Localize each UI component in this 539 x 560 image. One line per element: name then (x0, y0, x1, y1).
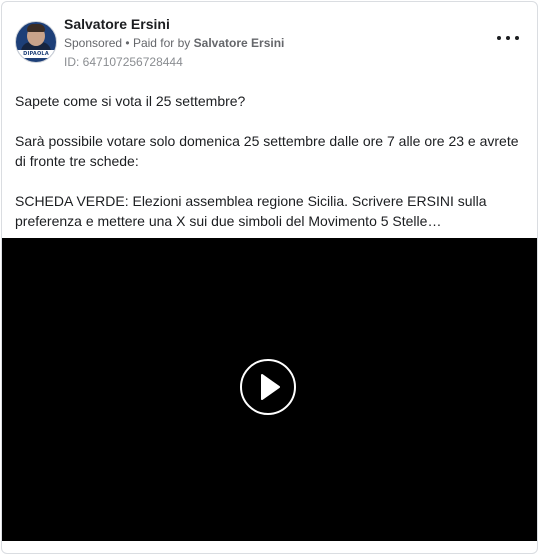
author-name[interactable]: Salvatore Ersini (64, 16, 170, 32)
body-paragraph-2: Sarà possibile votare solo domenica 25 s… (15, 133, 519, 169)
ellipsis-icon (515, 36, 519, 40)
author-avatar[interactable]: DIPAOLA (15, 21, 57, 63)
body-paragraph-3: SCHEDA VERDE: Elezioni assemblea regione… (15, 193, 487, 229)
avatar-hair (27, 24, 45, 32)
ellipsis-icon (506, 36, 510, 40)
paid-for-prefix: Paid for by (132, 36, 191, 50)
body-line-1: Sapete come si vota il 25 settembre? (15, 93, 246, 109)
more-options-button[interactable] (497, 32, 519, 44)
avatar-brand-logo: DIPAOLA (16, 50, 56, 58)
play-button[interactable] (240, 359, 296, 415)
play-icon (261, 374, 280, 400)
separator-dot: • (125, 36, 130, 50)
ad-id: ID: 647107256728444 (64, 55, 183, 69)
ellipsis-icon (497, 36, 501, 40)
video-player[interactable] (2, 238, 537, 541)
sponsored-line: Sponsored • Paid for by Salvatore Ersini (64, 36, 284, 50)
ad-card: DIPAOLA Salvatore Ersini Sponsored • Pai… (1, 1, 538, 554)
paid-for-name: Salvatore Ersini (193, 36, 285, 50)
ad-body-text: Sapete come si vota il 25 settembre? Sar… (15, 91, 525, 231)
sponsored-label: Sponsored (64, 36, 123, 50)
